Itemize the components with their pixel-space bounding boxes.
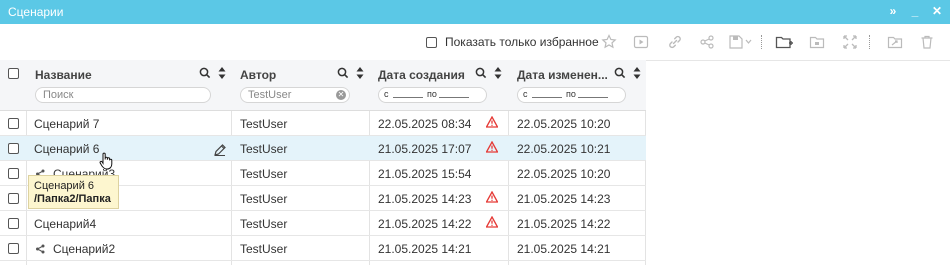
row-checkbox[interactable] (8, 243, 19, 254)
date-from-input[interactable] (393, 97, 423, 98)
close-icon[interactable]: ✕ (930, 3, 944, 19)
search-icon[interactable] (337, 67, 349, 82)
sort-icon[interactable] (218, 67, 226, 82)
row-created: 21.05.2025 14:23 (378, 192, 472, 206)
table-row[interactable]: Сценарий 7 TestUser 22.05.2025 08:34 22.… (0, 111, 646, 136)
window-title: Сценарии (8, 5, 64, 19)
favorites-label: Показать только избранное (445, 35, 599, 49)
table-header: Название Поиск Автор TestUser ✕ Дата соз… (0, 60, 646, 111)
search-icon[interactable] (614, 67, 626, 82)
row-modified: 22.05.2025 10:20 (517, 167, 611, 181)
column-header-modified[interactable]: Дата изменен... с по (509, 60, 646, 110)
column-header-name[interactable]: Название Поиск (27, 60, 232, 110)
row-modified: 22.05.2025 10:20 (517, 117, 611, 131)
share-icon[interactable] (696, 31, 718, 53)
table-row[interactable]: Сценарий4 TestUser 21.05.2025 14:22 21.0… (0, 211, 646, 236)
search-icon[interactable] (475, 67, 487, 82)
minimize-icon[interactable]: _ (908, 3, 922, 19)
row-tooltip: Сценарий 6 /Папка2/Папка (28, 175, 119, 209)
date-from-input[interactable] (532, 97, 562, 98)
row-created: 21.05.2025 17:07 (378, 142, 472, 156)
favorites-checkbox[interactable] (426, 36, 437, 48)
row-author: TestUser (240, 167, 288, 181)
star-icon[interactable] (598, 31, 620, 53)
save-icon[interactable] (726, 31, 756, 53)
row-checkbox[interactable] (8, 193, 19, 204)
row-author: TestUser (240, 217, 288, 231)
shared-icon (35, 243, 45, 257)
edit-icon[interactable] (213, 143, 227, 160)
date-to-input[interactable] (439, 97, 469, 98)
sort-icon[interactable] (356, 67, 364, 82)
select-all-checkbox[interactable] (8, 68, 19, 79)
move-to-folder-icon[interactable] (806, 31, 828, 53)
toolbar-separator (869, 35, 871, 49)
row-checkbox[interactable] (8, 118, 19, 129)
row-modified: 21.05.2025 14:22 (517, 217, 611, 231)
row-author: TestUser (240, 192, 288, 206)
table-row[interactable]: Сценарий 6 TestUser 21.05.2025 17:07 22.… (0, 136, 646, 161)
column-header-created[interactable]: Дата создания с по (370, 60, 509, 110)
row-author: TestUser (240, 142, 288, 156)
row-created: 22.05.2025 08:34 (378, 117, 472, 131)
favorites-filter[interactable]: Показать только избранное (426, 35, 599, 49)
row-name: Сценарий2 (53, 242, 116, 256)
row-author: TestUser (240, 117, 288, 131)
title-bar: Сценарии » _ ✕ (0, 0, 950, 24)
column-header-author[interactable]: Автор TestUser ✕ (232, 60, 370, 110)
toolbar: Показать только избранное (0, 24, 950, 61)
new-folder-icon[interactable] (773, 31, 795, 53)
table-row[interactable]: Сценарий2 TestUser 21.05.2025 14:21 21.0… (0, 236, 646, 261)
play-icon[interactable] (630, 31, 652, 53)
column-label: Дата изменен... (517, 68, 608, 82)
row-name: Сценарий 6 (34, 142, 100, 156)
row-created: 21.05.2025 14:21 (378, 242, 472, 256)
warning-icon (485, 215, 499, 231)
name-filter-input[interactable]: Поиск (35, 87, 211, 103)
export-icon[interactable] (884, 31, 906, 53)
row-modified: 21.05.2025 14:21 (517, 242, 611, 256)
date-from-label: с (384, 89, 389, 99)
filter-placeholder: Поиск (43, 89, 74, 101)
row-name: Сценарий 7 (34, 117, 100, 131)
filter-value: TestUser (248, 89, 292, 101)
warning-icon (485, 190, 499, 206)
collapse-panel-icon[interactable]: » (886, 3, 900, 19)
row-modified: 22.05.2025 10:21 (517, 142, 611, 156)
modified-date-range-filter[interactable]: с по (517, 87, 626, 103)
toolbar-separator (761, 35, 763, 49)
row-checkbox[interactable] (8, 168, 19, 179)
delete-icon[interactable] (916, 31, 938, 53)
date-to-label: по (566, 89, 576, 99)
date-to-input[interactable] (578, 97, 608, 98)
link-icon[interactable] (664, 31, 686, 53)
column-label: Автор (240, 68, 277, 82)
row-author: TestUser (240, 242, 288, 256)
author-filter-input[interactable]: TestUser ✕ (240, 87, 350, 103)
row-modified: 21.05.2025 14:23 (517, 192, 611, 206)
row-checkbox[interactable] (8, 143, 19, 154)
date-to-label: по (427, 89, 437, 99)
row-name: Сценарий4 (34, 217, 97, 231)
window-controls: » _ ✕ (886, 3, 944, 19)
search-icon[interactable] (199, 67, 211, 82)
created-date-range-filter[interactable]: с по (378, 87, 487, 103)
warning-icon (485, 115, 499, 131)
warning-icon (485, 140, 499, 156)
row-created: 21.05.2025 15:54 (378, 167, 472, 181)
row-created: 21.05.2025 14:22 (378, 217, 472, 231)
clear-icon[interactable]: ✕ (336, 90, 346, 100)
column-label: Название (35, 68, 92, 82)
sort-icon[interactable] (494, 67, 502, 82)
expand-icon[interactable] (839, 31, 861, 53)
row-checkbox[interactable] (8, 218, 19, 229)
date-from-label: с (523, 89, 528, 99)
tooltip-title: Сценарий 6 (34, 180, 95, 192)
column-label: Дата создания (378, 68, 465, 82)
hand-cursor-icon (99, 152, 113, 173)
tooltip-path: /Папка2/Папка (34, 193, 111, 205)
sort-icon[interactable] (633, 67, 641, 82)
